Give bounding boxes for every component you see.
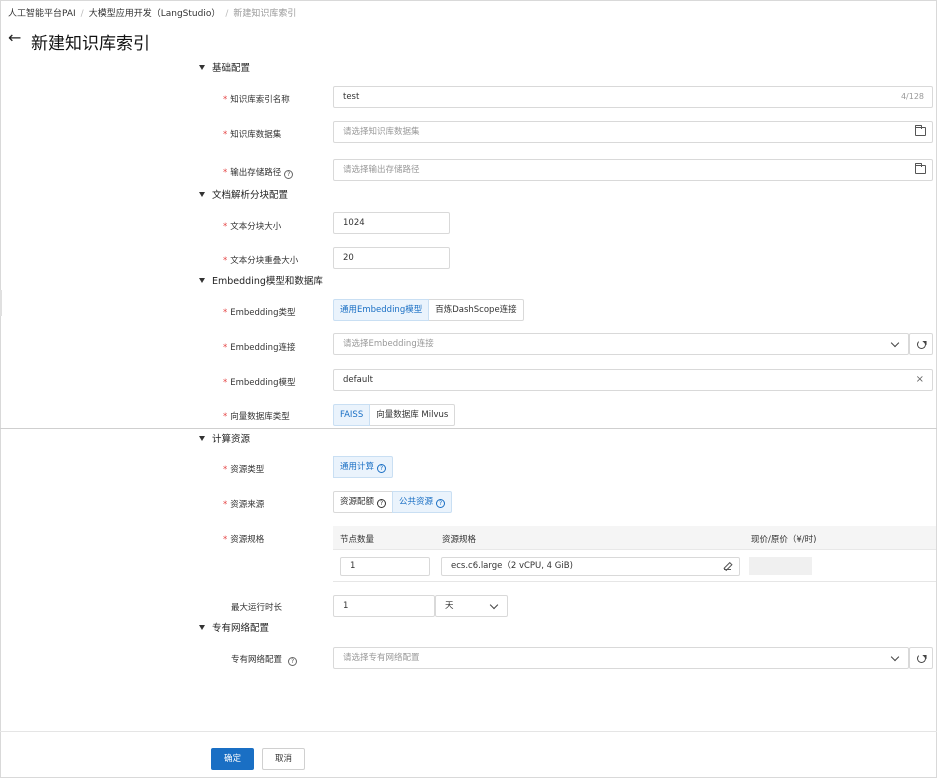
output-path-select[interactable]: 请选择输出存储路径: [333, 159, 933, 181]
collapse-triangle-icon: [199, 192, 205, 197]
chunk-overlap-label: * 文本分块重叠大小: [223, 256, 299, 266]
chevron-down-icon: [489, 600, 499, 610]
vpc-select[interactable]: 请选择专有网络配置: [333, 647, 909, 669]
section-title: 基础配置: [212, 63, 251, 74]
collapse-triangle-icon: [199, 65, 205, 70]
runtime-unit-select[interactable]: 天: [435, 595, 508, 617]
back-arrow-icon[interactable]: ←: [8, 28, 21, 47]
chunk-overlap-input[interactable]: 20: [333, 247, 450, 269]
option-resource-quota[interactable]: 资源配额?: [333, 491, 394, 513]
option-milvus[interactable]: 向量数据库 Milvus: [369, 404, 456, 426]
embedding-conn-label: * Embedding连接: [223, 343, 296, 353]
embedding-type-label: * Embedding类型: [223, 308, 296, 318]
refresh-button[interactable]: [909, 333, 933, 355]
scroll-edge: [0, 290, 2, 316]
breadcrumb: 人工智能平台PAI / 大模型应用开发（LangStudio） / 新建知识库索引: [8, 9, 297, 19]
embedding-model-input[interactable]: default ×: [333, 369, 933, 391]
column-header-price: 现价/原价（¥/时): [751, 535, 817, 545]
option-general-embedding[interactable]: 通用Embedding模型: [333, 299, 430, 321]
resource-spec-label: * 资源规格: [223, 535, 265, 545]
collapse-triangle-icon: [199, 625, 205, 630]
vpc-label: 专有网络配置?: [231, 653, 298, 666]
section-title: 计算资源: [212, 434, 251, 445]
cancel-button[interactable]: 取消: [262, 748, 305, 770]
resource-type-segmented: 通用计算?: [333, 456, 394, 478]
column-header-nodes: 节点数量: [340, 535, 375, 545]
chunk-size-input[interactable]: 1024: [333, 212, 450, 234]
max-runtime-label: 最大运行时长: [231, 603, 283, 613]
folder-icon[interactable]: [915, 125, 926, 136]
vector-db-label: * 向量数据库类型: [223, 412, 290, 422]
embedding-type-segmented: 通用Embedding模型 百炼DashScope连接: [333, 299, 524, 321]
help-icon[interactable]: ?: [288, 657, 298, 666]
help-icon[interactable]: ?: [377, 464, 387, 473]
option-faiss[interactable]: FAISS: [333, 404, 371, 426]
breadcrumb-item-langstudio[interactable]: 大模型应用开发（LangStudio）: [89, 9, 221, 19]
clear-icon[interactable]: ×: [916, 370, 924, 390]
resource-source-segmented: 资源配额? 公共资源?: [333, 491, 453, 513]
chevron-down-icon: [890, 652, 900, 662]
option-general-compute[interactable]: 通用计算?: [333, 456, 394, 478]
index-name-input[interactable]: test 4/128: [333, 86, 933, 108]
refresh-icon: [917, 340, 926, 349]
collapse-triangle-icon: [199, 436, 205, 441]
dataset-label: * 知识库数据集: [223, 130, 282, 140]
section-chunk-config[interactable]: 文档解析分块配置: [199, 187, 288, 201]
footer-divider: [0, 731, 937, 732]
chunk-size-label: * 文本分块大小: [223, 222, 282, 232]
section-basic-config[interactable]: 基础配置: [199, 60, 250, 74]
section-embedding[interactable]: Embedding模型和数据库: [199, 273, 323, 287]
confirm-button[interactable]: 确定: [211, 748, 254, 770]
section-compute[interactable]: 计算资源: [199, 431, 250, 445]
table-bottom-line: [333, 581, 936, 582]
breadcrumb-item-current: 新建知识库索引: [233, 9, 297, 19]
spec-table-header: 节点数量 资源规格 现价/原价（¥/时): [333, 526, 936, 550]
price-placeholder: [749, 557, 812, 575]
embedding-model-label: * Embedding模型: [223, 378, 296, 388]
help-icon[interactable]: ?: [377, 499, 387, 508]
divider: [0, 428, 937, 429]
max-runtime-input[interactable]: 1: [333, 595, 435, 617]
column-header-spec: 资源规格: [442, 535, 477, 545]
collapse-triangle-icon: [199, 278, 205, 283]
refresh-icon: [917, 654, 926, 663]
help-icon[interactable]: ?: [436, 499, 446, 508]
option-public-resource[interactable]: 公共资源?: [392, 491, 453, 513]
section-title: Embedding模型和数据库: [212, 276, 323, 287]
page-title: 新建知识库索引: [31, 34, 150, 54]
resource-type-label: * 资源类型: [223, 465, 265, 475]
section-title: 专有网络配置: [212, 623, 270, 634]
output-path-label: * 输出存储路径?: [223, 166, 294, 179]
char-counter: 4/128: [900, 92, 924, 101]
chevron-down-icon: [890, 338, 900, 348]
option-dashscope[interactable]: 百炼DashScope连接: [428, 299, 524, 321]
section-vpc[interactable]: 专有网络配置: [199, 620, 269, 634]
vpc-refresh-button[interactable]: [909, 647, 933, 669]
breadcrumb-item-pai[interactable]: 人工智能平台PAI: [8, 9, 76, 19]
edit-icon[interactable]: [724, 563, 731, 570]
spec-select[interactable]: ecs.c6.large（2 vCPU, 4 GiB): [441, 557, 740, 576]
index-name-label: * 知识库索引名称: [223, 95, 290, 105]
section-title: 文档解析分块配置: [212, 190, 289, 201]
dataset-select[interactable]: 请选择知识库数据集: [333, 121, 933, 143]
vector-db-segmented: FAISS 向量数据库 Milvus: [333, 404, 456, 426]
help-icon[interactable]: ?: [284, 170, 294, 179]
resource-source-label: * 资源来源: [223, 500, 265, 510]
folder-icon[interactable]: [915, 163, 926, 174]
node-count-input[interactable]: 1: [340, 557, 430, 576]
embedding-conn-select[interactable]: 请选择Embedding连接: [333, 333, 909, 355]
